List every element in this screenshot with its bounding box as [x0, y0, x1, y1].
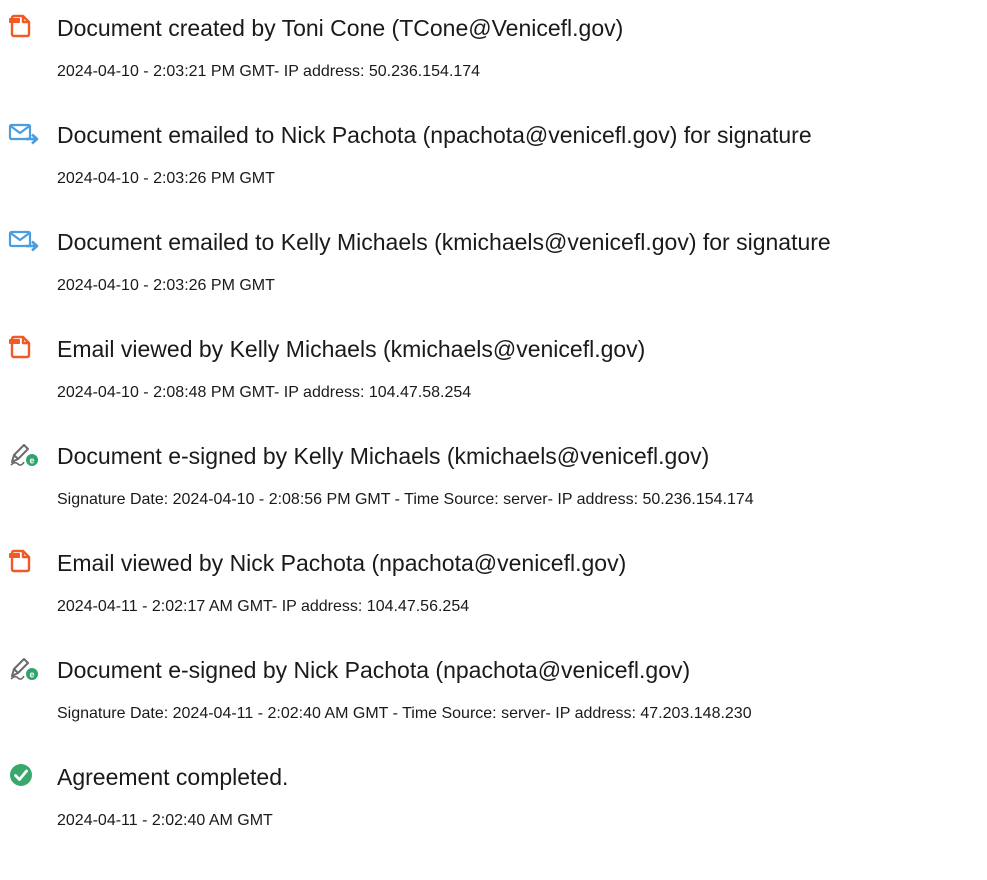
- event-detail: Signature Date: 2024-04-10 - 2:08:56 PM …: [57, 491, 754, 508]
- event-title: Email viewed by Kelly Michaels (kmichael…: [57, 336, 646, 362]
- audit-event: Email viewed by Kelly Michaels (kmichael…: [8, 329, 983, 436]
- svg-text:e: e: [29, 456, 34, 466]
- event-detail: 2024-04-10 - 2:03:26 PM GMT: [57, 277, 275, 294]
- event-title: Email viewed by Nick Pachota (npachota@v…: [57, 550, 627, 576]
- audit-event: Document emailed to Kelly Michaels (kmic…: [8, 222, 983, 329]
- email-send-icon: [8, 119, 44, 147]
- event-detail: 2024-04-10 - 2:08:48 PM GMT- IP address:…: [57, 384, 472, 401]
- event-title: Document emailed to Kelly Michaels (kmic…: [57, 229, 831, 255]
- esign-icon: e: [8, 654, 44, 682]
- audit-event: Agreement completed. 2024-04-11 - 2:02:4…: [8, 757, 983, 864]
- event-title: Document e-signed by Kelly Michaels (kmi…: [57, 443, 710, 469]
- audit-event: e Document e-signed by Nick Pachota (npa…: [8, 650, 983, 757]
- audit-trail-list: Document created by Toni Cone (TCone@Ven…: [8, 8, 983, 864]
- audit-event: Email viewed by Nick Pachota (npachota@v…: [8, 543, 983, 650]
- document-icon: [8, 547, 44, 575]
- checkmark-circle-icon: [8, 761, 44, 789]
- svg-text:e: e: [29, 670, 34, 680]
- email-send-icon: [8, 226, 44, 254]
- document-icon: [8, 12, 44, 40]
- event-detail: 2024-04-10 - 2:03:21 PM GMT- IP address:…: [57, 63, 481, 80]
- esign-icon: e: [8, 440, 44, 468]
- audit-event: e Document e-signed by Kelly Michaels (k…: [8, 436, 983, 543]
- event-detail: 2024-04-11 - 2:02:40 AM GMT: [57, 812, 273, 829]
- audit-event: Document created by Toni Cone (TCone@Ven…: [8, 8, 983, 115]
- event-detail: 2024-04-10 - 2:03:26 PM GMT: [57, 170, 275, 187]
- event-detail: 2024-04-11 - 2:02:17 AM GMT- IP address:…: [57, 598, 470, 615]
- event-detail: Signature Date: 2024-04-11 - 2:02:40 AM …: [57, 705, 752, 722]
- document-icon: [8, 333, 44, 361]
- event-title: Document emailed to Nick Pachota (npacho…: [57, 122, 812, 148]
- event-title: Agreement completed.: [57, 764, 289, 790]
- audit-event: Document emailed to Nick Pachota (npacho…: [8, 115, 983, 222]
- event-title: Document e-signed by Nick Pachota (npach…: [57, 657, 691, 683]
- event-title: Document created by Toni Cone (TCone@Ven…: [57, 15, 624, 41]
